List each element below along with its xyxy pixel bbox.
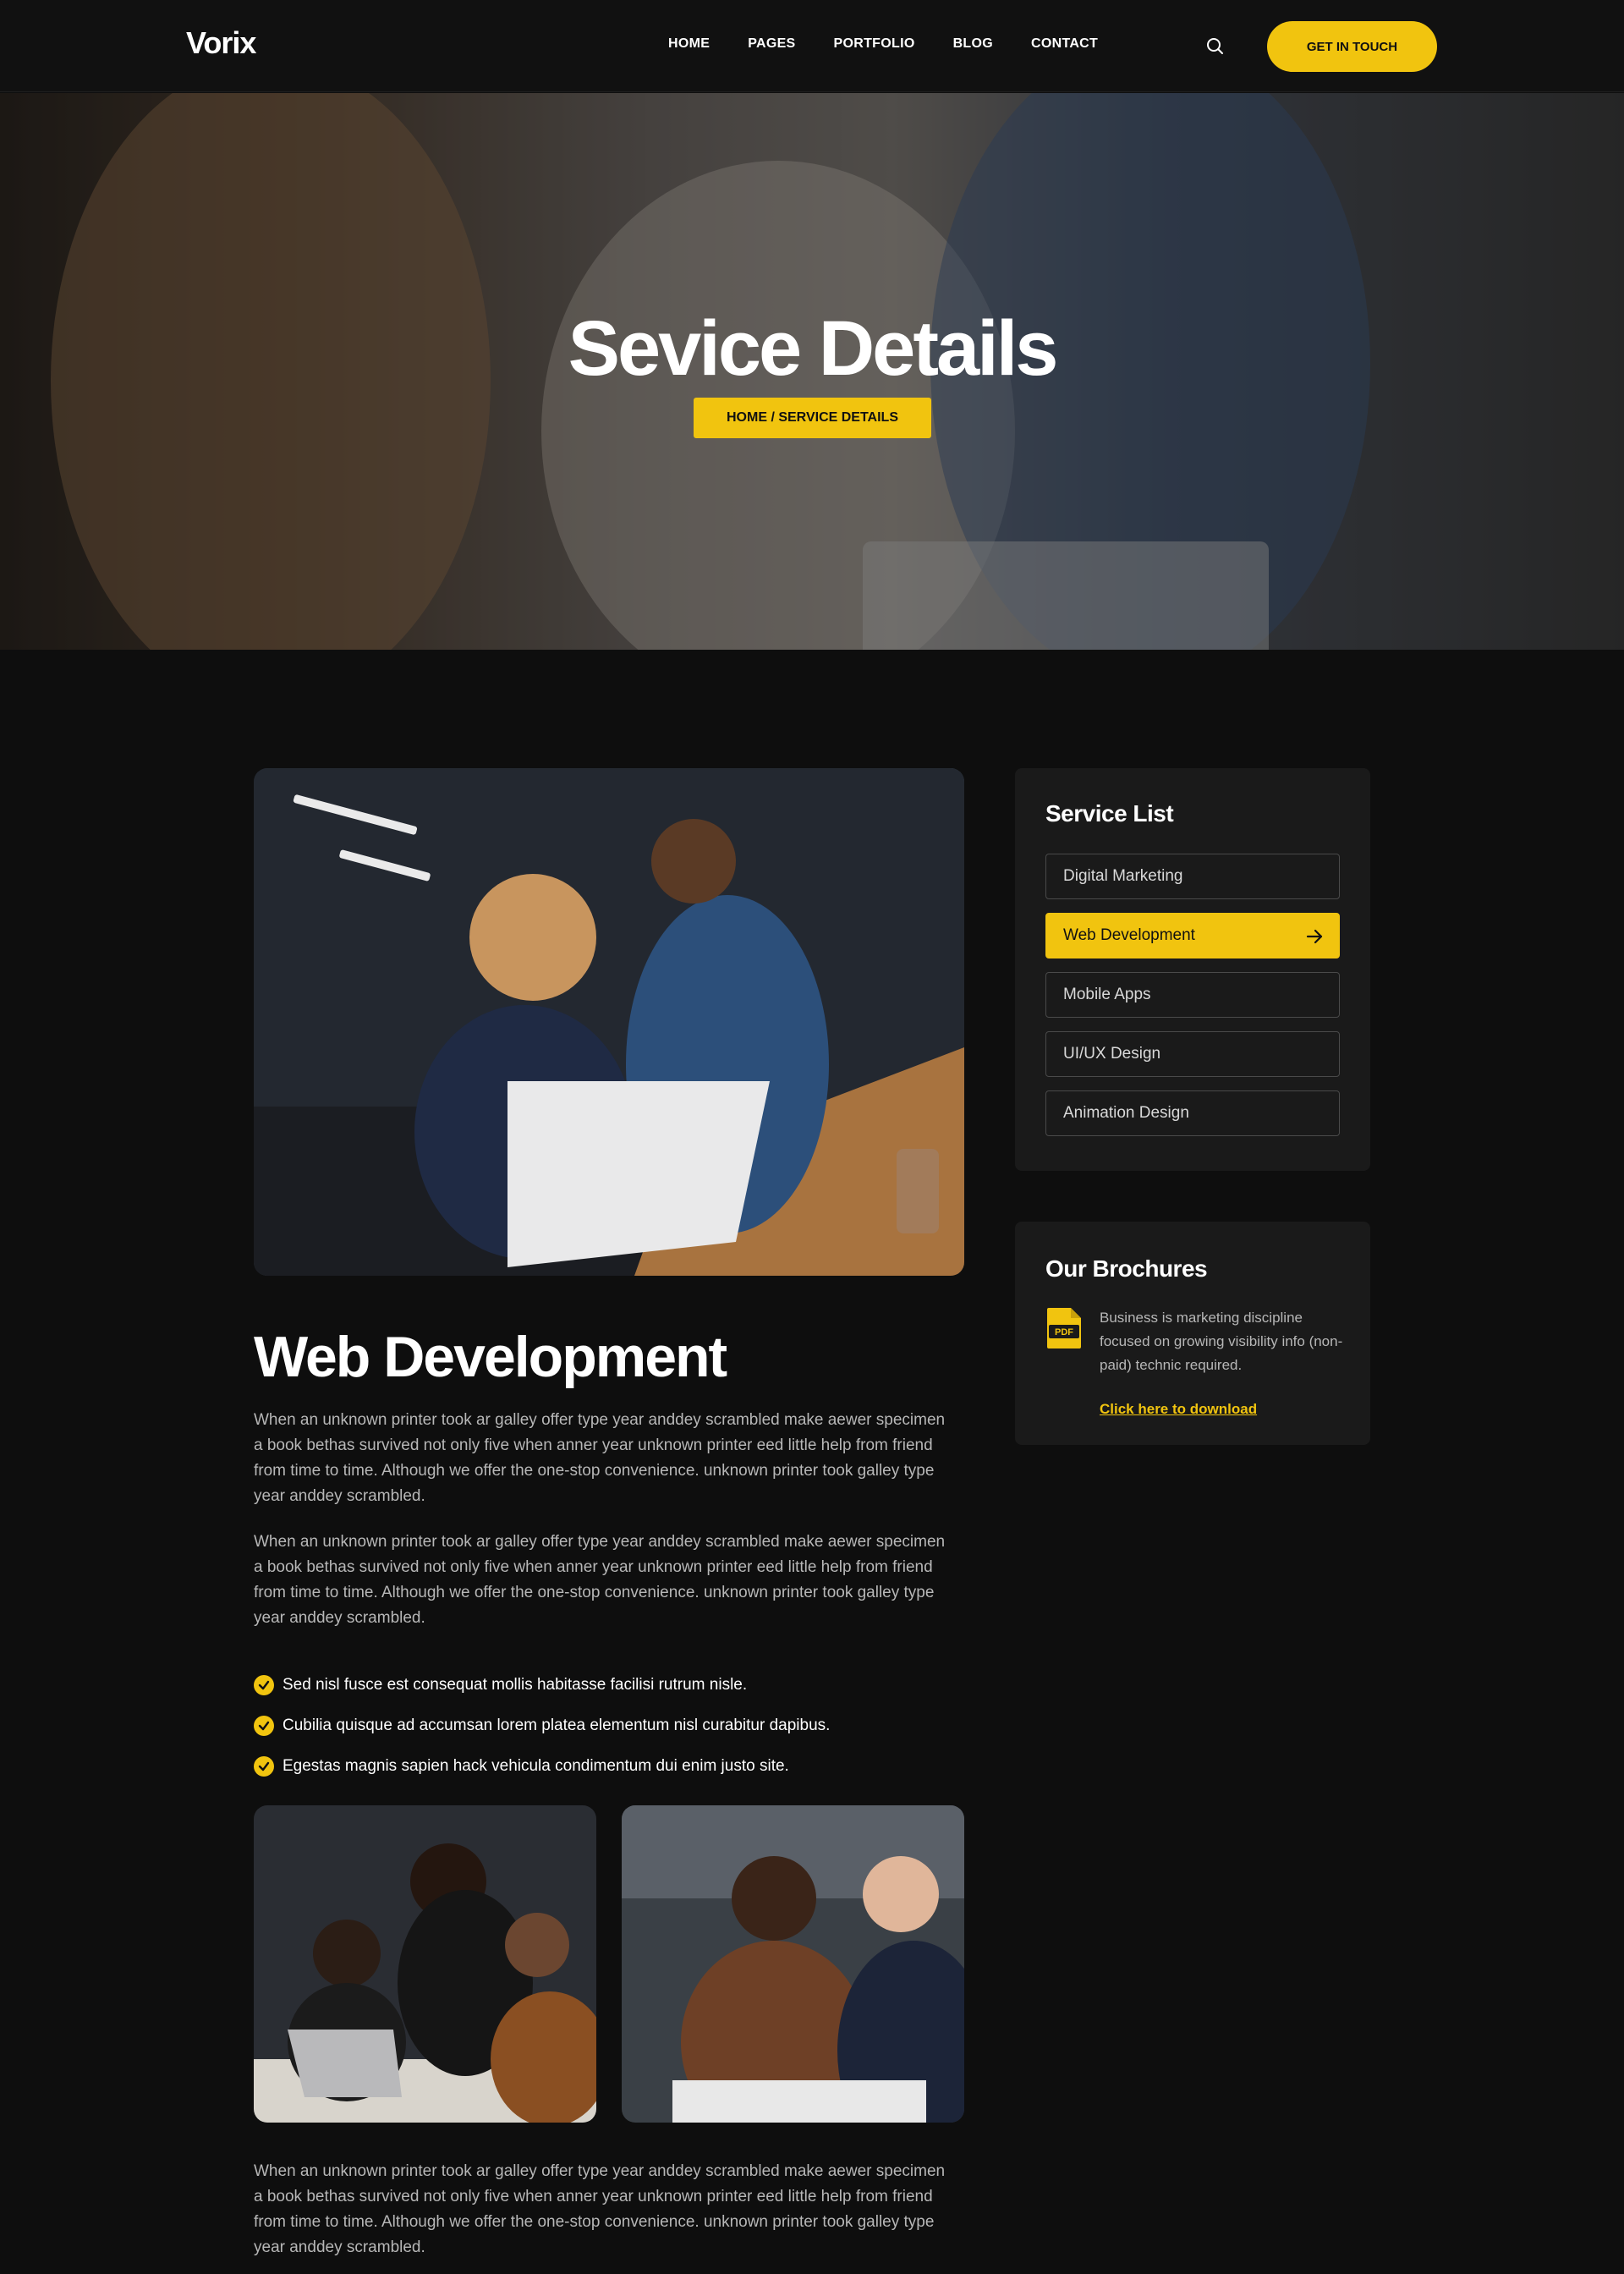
main-nav: HOME PAGES PORTFOLIO BLOG CONTACT xyxy=(668,36,1098,52)
service-gallery-image-1 xyxy=(254,1805,596,2123)
service-item-digital-marketing[interactable]: Digital Marketing xyxy=(1045,854,1340,899)
service-item-mobile-apps[interactable]: Mobile Apps xyxy=(1045,972,1340,1018)
checklist-text: Cubilia quisque ad accumsan lorem platea… xyxy=(283,1716,831,1734)
checklist-item: Cubilia quisque ad accumsan lorem platea… xyxy=(254,1706,830,1746)
search-icon[interactable] xyxy=(1204,36,1226,58)
brochures-card: Our Brochures PDF Business is marketing … xyxy=(1015,1222,1370,1445)
service-list-card: Service List Digital Marketing Web Devel… xyxy=(1015,768,1370,1171)
checklist-item: Egestas magnis sapien hack vehicula cond… xyxy=(254,1746,830,1787)
pdf-file-icon[interactable]: PDF xyxy=(1045,1306,1083,1350)
feature-checklist: Sed nisl fusce est consequat mollis habi… xyxy=(254,1665,830,1787)
checklist-text: Sed nisl fusce est consequat mollis habi… xyxy=(283,1676,748,1694)
nav-blog[interactable]: BLOG xyxy=(953,36,993,52)
brochures-title: Our Brochures xyxy=(1045,1255,1208,1282)
service-paragraph-3: When an unknown printer took ar galley o… xyxy=(254,2162,946,2256)
service-item-web-development[interactable]: Web Development xyxy=(1045,913,1340,958)
nav-home[interactable]: HOME xyxy=(668,36,710,52)
check-circle-icon xyxy=(254,1675,274,1695)
nav-pages[interactable]: PAGES xyxy=(748,36,795,52)
pdf-label: PDF xyxy=(1055,1327,1073,1337)
page-title: Sevice Details xyxy=(568,305,1059,392)
service-item-animation-design[interactable]: Animation Design xyxy=(1045,1090,1340,1136)
logo[interactable]: Vorix xyxy=(186,25,256,61)
service-item-ui-ux-design[interactable]: UI/UX Design xyxy=(1045,1031,1340,1077)
arrow-right-icon xyxy=(1306,929,1323,944)
service-main-image xyxy=(254,768,964,1276)
service-gallery-image-2 xyxy=(622,1805,964,2123)
breadcrumb[interactable]: HOME / SERVICE DETAILS xyxy=(694,398,931,438)
nav-portfolio[interactable]: PORTFOLIO xyxy=(834,36,915,52)
service-paragraph-2: When an unknown printer took ar galley o… xyxy=(254,1533,946,1627)
service-paragraph-1: When an unknown printer took ar galley o… xyxy=(254,1411,946,1505)
checklist-item: Sed nisl fusce est consequat mollis habi… xyxy=(254,1665,830,1706)
nav-contact[interactable]: CONTACT xyxy=(1031,36,1098,52)
hero-banner: Sevice Details HOME / SERVICE DETAILS xyxy=(0,93,1624,650)
checklist-text: Egestas magnis sapien hack vehicula cond… xyxy=(283,1757,789,1775)
get-in-touch-button[interactable]: GET IN TOUCH xyxy=(1267,21,1437,72)
check-circle-icon xyxy=(254,1756,274,1777)
site-header: Vorix HOME PAGES PORTFOLIO BLOG CONTACT … xyxy=(0,0,1624,92)
check-circle-icon xyxy=(254,1716,274,1736)
service-title: Web Development xyxy=(254,1325,727,1389)
service-item-label: Web Development xyxy=(1063,926,1195,944)
brochure-description: Business is marketing discipline focused… xyxy=(1100,1310,1343,1373)
service-list-title: Service List xyxy=(1045,800,1174,827)
download-brochure-link[interactable]: Click here to download xyxy=(1100,1401,1257,1418)
